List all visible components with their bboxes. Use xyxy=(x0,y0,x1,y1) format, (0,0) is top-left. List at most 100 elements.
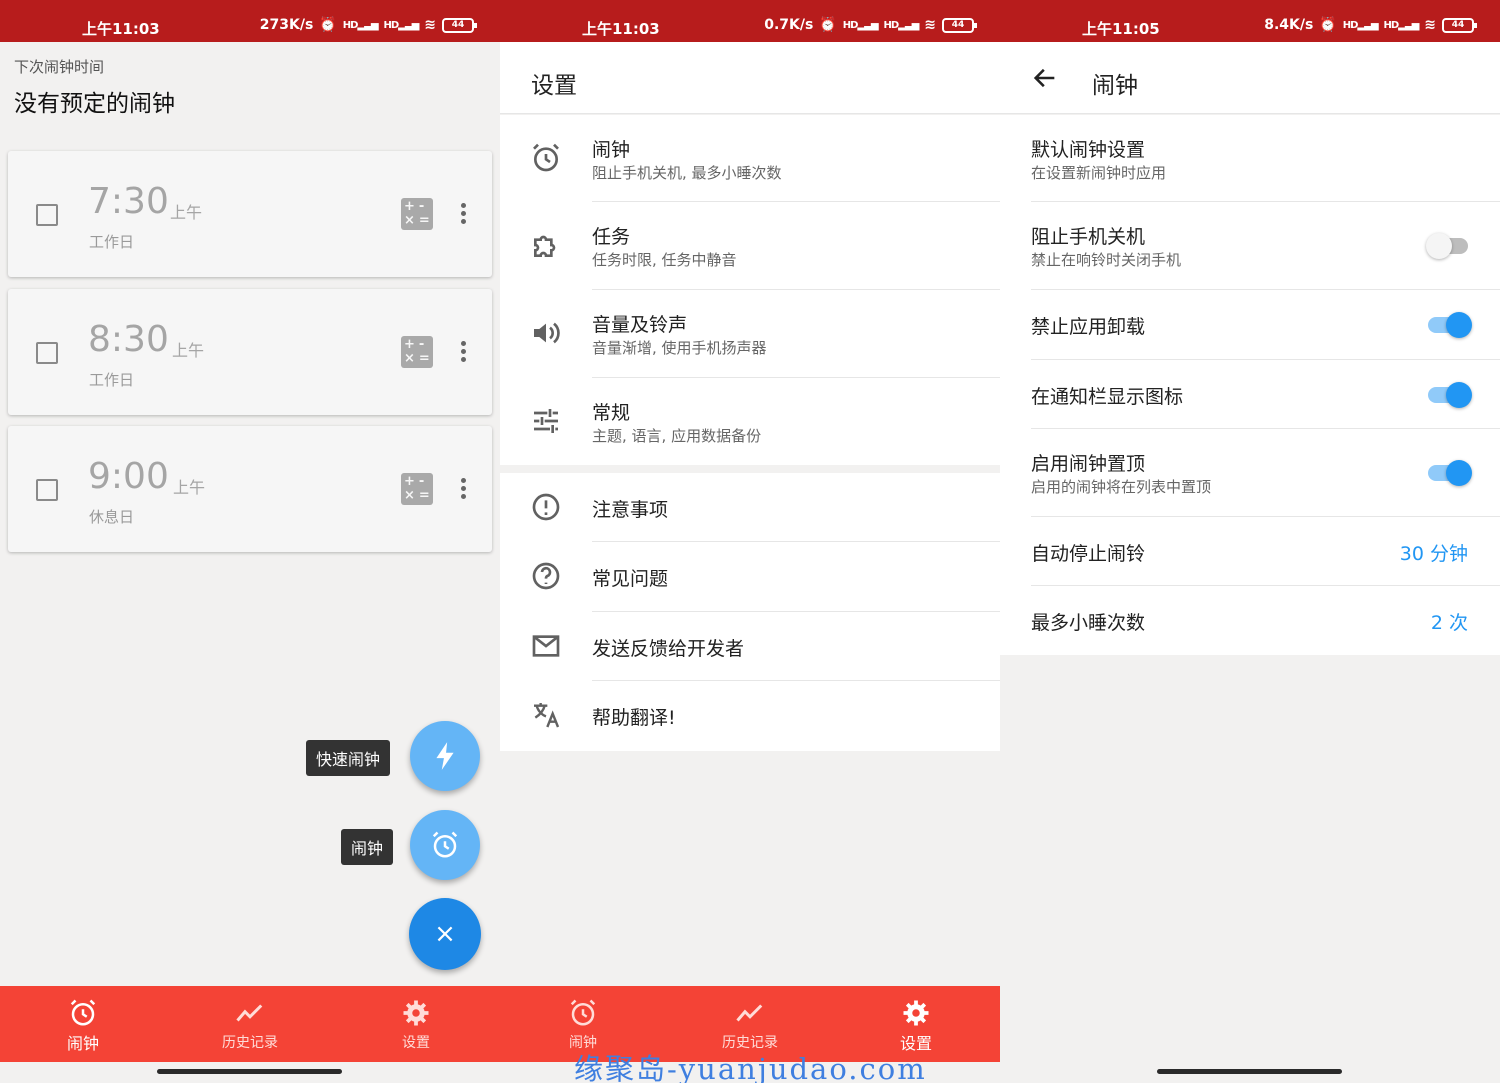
pref-value: 30 分钟 xyxy=(1399,543,1468,565)
pref-pin-enabled-alarms[interactable]: 启用闹钟置顶 启用的闹钟将在列表中置顶 xyxy=(1000,429,1500,517)
alarm-fab-label: 闹钟 xyxy=(341,829,394,865)
wifi-icon: ≋ xyxy=(924,17,936,33)
trend-chart-icon xyxy=(236,1004,263,1022)
page-title: 设置 xyxy=(531,73,577,99)
alarm-clock-icon xyxy=(70,999,96,1026)
question-icon xyxy=(532,562,560,590)
pref-default-alarm-settings[interactable]: 默认闹钟设置 在设置新闹钟时应用 xyxy=(1000,115,1500,202)
pref-prevent-uninstall[interactable]: 禁止应用卸载 xyxy=(1000,290,1500,360)
status-time: 上午11:03 xyxy=(82,20,160,38)
status-bar: 上午11:03 273K/s ⏰ HD▂▃▅ HD▂▃▅ ≋ 44 xyxy=(0,0,500,42)
alarm-time: 7:30 xyxy=(88,181,169,222)
pref-max-snooze[interactable]: 最多小睡次数 2 次 xyxy=(1000,586,1500,655)
alarm-enable-checkbox[interactable] xyxy=(36,342,58,364)
pref-title: 最多小睡次数 xyxy=(1031,612,1146,634)
settings-screen: 上午11:03 0.7K/s ⏰ HD▂▃▅ HD▂▃▅ ≋ 44 设置 闹钟 … xyxy=(500,0,1000,1083)
network-speed: 273K/s xyxy=(259,17,314,33)
pref-subtitle: 禁止在响铃时关闭手机 xyxy=(1031,251,1182,269)
home-indicator[interactable] xyxy=(1157,1069,1342,1074)
preferences-list: 默认闹钟设置 在设置新闹钟时应用 阻止手机关机 禁止在响铃时关闭手机 禁止应用卸… xyxy=(1000,115,1500,655)
settings-item-tasks[interactable]: 任务 任务时限, 任务中静音 xyxy=(500,202,1000,290)
pref-title: 在通知栏显示图标 xyxy=(1031,386,1184,408)
more-options-icon[interactable] xyxy=(457,201,469,229)
back-arrow-icon[interactable] xyxy=(1030,64,1060,92)
settings-item-notes[interactable]: 注意事项 xyxy=(500,473,1000,542)
alarm-settings-screen: 上午11:05 8.4K/s ⏰ HD▂▃▅ HD▂▃▅ ≋ 44 闹钟 默认闹… xyxy=(1000,0,1500,1083)
status-time: 上午11:03 xyxy=(582,20,660,38)
toggle-switch[interactable] xyxy=(1428,460,1472,486)
wifi-icon: ≋ xyxy=(1424,17,1436,33)
alarm-enable-checkbox[interactable] xyxy=(36,479,58,501)
nav-alarm[interactable]: 闹钟 xyxy=(0,986,166,1062)
battery-icon: 44 xyxy=(1442,17,1477,33)
alarm-enable-checkbox[interactable] xyxy=(36,204,58,226)
close-fab-button[interactable]: × xyxy=(409,898,481,970)
nav-label: 闹钟 xyxy=(66,1034,99,1053)
settings-item-subtitle: 阻止手机关机, 最多小睡次数 xyxy=(592,164,782,182)
pref-title: 自动停止闹铃 xyxy=(1031,543,1146,565)
new-alarm-button[interactable] xyxy=(410,810,480,880)
more-options-icon[interactable] xyxy=(457,476,469,504)
settings-item-volume[interactable]: 音量及铃声 音量渐增, 使用手机扬声器 xyxy=(500,290,1000,378)
wifi-icon: ≋ xyxy=(424,17,436,33)
pref-prevent-shutdown[interactable]: 阻止手机关机 禁止在响铃时关闭手机 xyxy=(1000,202,1500,290)
alarm-time: 9:00 xyxy=(88,456,169,497)
alarm-days: 工作日 xyxy=(89,371,135,389)
alarm-card[interactable]: 7:30 上午 工作日 +- ×= xyxy=(8,151,492,277)
next-alarm-label: 下次闹钟时间 xyxy=(14,58,105,76)
bottom-navigation: 闹钟 历史记录 设置 xyxy=(0,986,500,1062)
alarm-card[interactable]: 9:00 上午 休息日 +- ×= xyxy=(8,426,492,552)
settings-item-subtitle: 主题, 语言, 应用数据备份 xyxy=(592,427,762,445)
toggle-switch[interactable] xyxy=(1428,312,1472,338)
pref-title: 默认闹钟设置 xyxy=(1031,139,1146,161)
pref-subtitle: 启用的闹钟将在列表中置顶 xyxy=(1031,478,1212,496)
puzzle-icon xyxy=(534,235,556,257)
toggle-switch[interactable] xyxy=(1426,233,1468,259)
battery-icon: 44 xyxy=(942,17,977,33)
alarm-clock-icon xyxy=(533,143,559,172)
alarm-status-icon: ⏰ xyxy=(1319,17,1337,33)
alarm-ampm: 上午 xyxy=(173,478,206,497)
nav-settings[interactable]: 设置 xyxy=(333,986,499,1062)
pref-title: 禁止应用卸载 xyxy=(1031,316,1146,338)
alarm-clock-icon xyxy=(432,831,458,858)
alarm-time: 8:30 xyxy=(88,319,169,360)
lightning-icon xyxy=(436,742,454,770)
math-task-icon[interactable]: +- ×= xyxy=(401,473,433,505)
settings-item-alarm[interactable]: 闹钟 阻止手机关机, 最多小睡次数 xyxy=(500,115,1000,202)
trend-chart-icon xyxy=(736,1004,763,1022)
settings-item-feedback[interactable]: 发送反馈给开发者 xyxy=(500,612,1000,681)
settings-item-translate[interactable]: 帮助翻译! xyxy=(500,681,1000,751)
toggle-switch[interactable] xyxy=(1428,382,1472,408)
alarm-days: 工作日 xyxy=(89,233,135,251)
battery-icon: 44 xyxy=(442,17,477,33)
pref-notification-icon[interactable]: 在通知栏显示图标 xyxy=(1000,360,1500,429)
status-time: 上午11:05 xyxy=(1082,20,1160,38)
pref-auto-stop[interactable]: 自动停止闹铃 30 分钟 xyxy=(1000,517,1500,586)
settings-item-subtitle: 任务时限, 任务中静音 xyxy=(592,251,737,269)
next-alarm-value: 没有预定的闹钟 xyxy=(14,91,175,117)
volume-icon xyxy=(534,322,560,344)
app-bar: 闹钟 xyxy=(1000,42,1500,114)
pref-title: 启用闹钟置顶 xyxy=(1031,453,1146,475)
settings-item-general[interactable]: 常规 主题, 语言, 应用数据备份 xyxy=(500,378,1000,465)
status-bar: 上午11:03 0.7K/s ⏰ HD▂▃▅ HD▂▃▅ ≋ 44 xyxy=(500,0,1000,42)
math-task-icon[interactable]: +- ×= xyxy=(401,198,433,230)
gear-icon xyxy=(403,1000,429,1026)
alarm-ampm: 上午 xyxy=(170,203,203,222)
math-task-icon[interactable]: +- ×= xyxy=(401,336,433,368)
home-indicator[interactable] xyxy=(157,1069,342,1074)
settings-item-title: 发送反馈给开发者 xyxy=(592,638,745,660)
more-options-icon[interactable] xyxy=(457,339,469,367)
watermark-text: 缘聚岛-yuanjudao.com xyxy=(574,1052,927,1083)
quick-alarm-button[interactable] xyxy=(410,721,480,791)
alarm-days: 休息日 xyxy=(89,508,135,526)
alarm-status-icon: ⏰ xyxy=(319,17,337,33)
pref-value: 2 次 xyxy=(1430,612,1468,634)
signal-icon: HD▂▃▅ xyxy=(342,19,379,31)
settings-item-title: 常见问题 xyxy=(592,568,669,590)
nav-history[interactable]: 历史记录 xyxy=(167,986,333,1062)
alarm-card[interactable]: 8:30 上午 工作日 +- ×= xyxy=(8,289,492,415)
settings-item-faq[interactable]: 常见问题 xyxy=(500,542,1000,612)
alarm-status-icon: ⏰ xyxy=(819,17,837,33)
